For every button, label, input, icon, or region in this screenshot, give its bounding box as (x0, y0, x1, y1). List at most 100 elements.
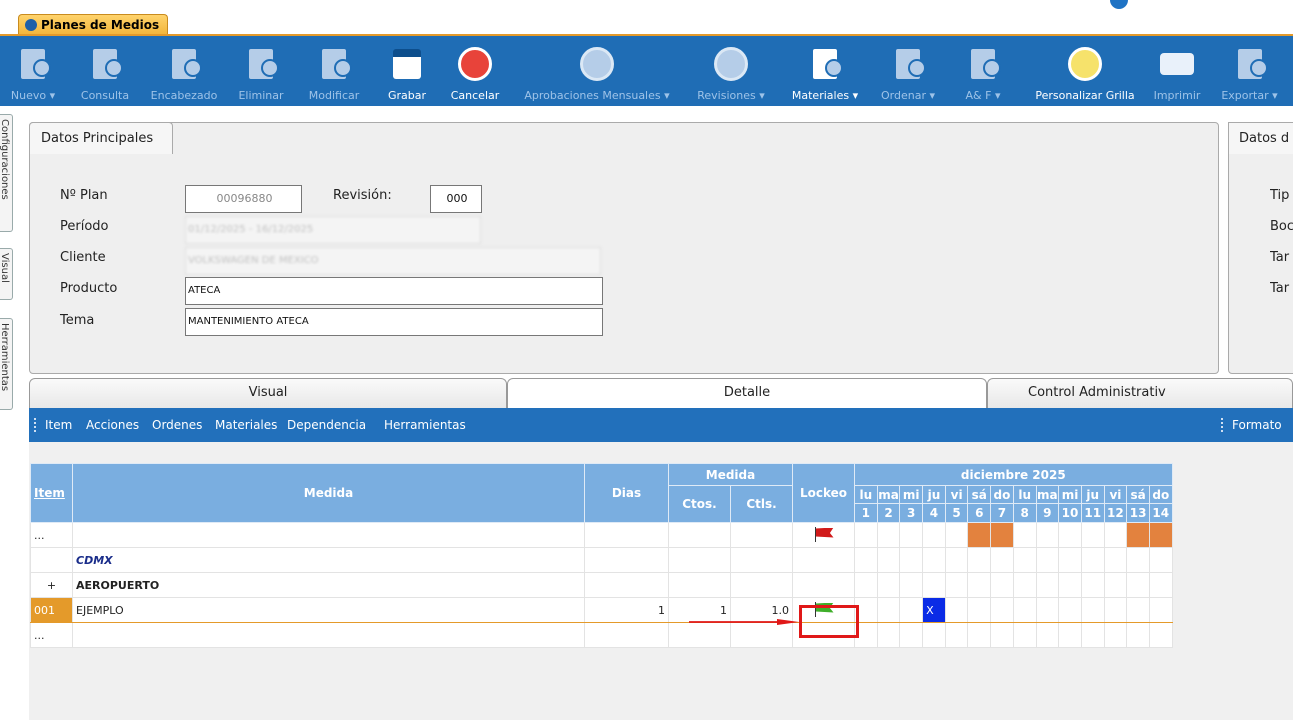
day-cell[interactable] (1058, 522, 1082, 548)
toolbar-button-thumbs-up[interactable]: Aprobaciones Mensuales ▾ (512, 36, 682, 106)
day-cell[interactable] (1126, 547, 1150, 573)
toolbar-button-grid[interactable]: Personalizar Grilla (1022, 36, 1148, 106)
toolbar-button-save[interactable]: Grabar (374, 36, 440, 106)
day-cell[interactable] (1012, 547, 1037, 573)
day-cell[interactable] (1012, 522, 1037, 548)
day-cell[interactable] (990, 522, 1014, 548)
toolbar-button-af-doc[interactable]: A& F ▾ (944, 36, 1022, 106)
day-cell[interactable] (944, 572, 969, 598)
toolbar-button-delete-doc[interactable]: Eliminar (228, 36, 294, 106)
menu-ordenes[interactable]: Ordenes (152, 408, 202, 442)
day-cell[interactable] (967, 522, 992, 548)
table-row[interactable]: + AEROPUERTO (30, 572, 1173, 598)
day-cell[interactable] (944, 597, 969, 623)
day-cell[interactable] (899, 547, 924, 573)
toolbar-button-modify-doc[interactable]: Modificar (294, 36, 374, 106)
day-cell[interactable] (899, 522, 924, 548)
tab-planes-de-medios[interactable]: Planes de Medios (18, 14, 169, 35)
day-cell[interactable] (1126, 622, 1150, 648)
column-header-ctos[interactable]: Ctos. (668, 485, 731, 523)
day-cell[interactable] (876, 547, 901, 573)
side-tab-herramientas[interactable]: Herramientas (0, 318, 13, 410)
day-cell[interactable] (967, 597, 992, 623)
day-cell[interactable] (1080, 547, 1105, 573)
day-cell[interactable] (1103, 597, 1128, 623)
day-cell[interactable] (922, 547, 946, 573)
column-header-ctls[interactable]: Ctls. (730, 485, 793, 523)
menu-materiales[interactable]: Materiales (215, 408, 277, 442)
day-cell[interactable] (1035, 547, 1060, 573)
day-cell[interactable] (899, 597, 924, 623)
cell-lockeo[interactable] (792, 572, 855, 598)
day-cell[interactable] (1058, 597, 1082, 623)
day-cell[interactable] (944, 622, 969, 648)
toolbar-button-cancel[interactable]: Cancelar (440, 36, 510, 106)
day-cell[interactable] (944, 547, 969, 573)
menu-acciones[interactable]: Acciones (86, 408, 139, 442)
day-cell[interactable] (876, 622, 901, 648)
menu-herramientas[interactable]: Herramientas (384, 408, 466, 442)
day-cell[interactable] (899, 622, 924, 648)
day-cell[interactable] (1126, 597, 1150, 623)
day-cell[interactable] (1058, 572, 1082, 598)
day-cell[interactable] (1103, 572, 1128, 598)
tab-datos-secondary[interactable]: Datos d (1228, 122, 1293, 154)
column-header-item[interactable]: Item (30, 463, 73, 523)
red-flag-icon[interactable] (813, 526, 835, 542)
day-cell[interactable] (967, 547, 992, 573)
revision-field[interactable]: 000 (430, 185, 482, 213)
table-row[interactable]: 001 EJEMPLO 1 1 1.0 X (30, 597, 1173, 623)
day-cell[interactable] (1080, 622, 1105, 648)
day-cell[interactable] (854, 547, 878, 573)
day-cell[interactable] (922, 622, 946, 648)
day-cell[interactable] (854, 522, 878, 548)
day-cell[interactable] (876, 572, 901, 598)
side-tab-configuraciones[interactable]: Configuraciones (0, 114, 13, 232)
day-cell[interactable] (1035, 522, 1060, 548)
day-cell[interactable] (990, 597, 1014, 623)
day-cell[interactable] (1080, 597, 1105, 623)
day-cell[interactable] (1103, 622, 1128, 648)
menu-formato[interactable]: Formato (1232, 408, 1282, 442)
side-tab-visual[interactable]: Visual (0, 248, 13, 300)
menu-item[interactable]: Item (45, 408, 72, 442)
table-row[interactable]: ... (30, 622, 1173, 648)
day-cell[interactable] (967, 622, 992, 648)
day-cell[interactable] (1080, 572, 1105, 598)
day-cell[interactable] (1035, 572, 1060, 598)
day-cell[interactable] (854, 572, 878, 598)
day-cell[interactable] (1148, 597, 1173, 623)
day-cell[interactable] (1148, 522, 1173, 548)
day-cell[interactable] (1148, 547, 1173, 573)
day-cell[interactable] (1058, 622, 1082, 648)
day-cell[interactable] (944, 522, 969, 548)
day-cell[interactable] (876, 597, 901, 623)
cell-lockeo[interactable] (792, 522, 855, 548)
day-cell[interactable] (1035, 622, 1060, 648)
day-cell[interactable] (1103, 522, 1128, 548)
day-cell[interactable] (1012, 572, 1037, 598)
day-cell[interactable] (990, 572, 1014, 598)
cell-lockeo[interactable] (792, 547, 855, 573)
periodo-field[interactable]: 01/12/2025 - 16/12/2025 (185, 216, 481, 244)
producto-field[interactable]: ATECA (185, 277, 603, 305)
toolbar-button-printer[interactable]: Imprimir (1148, 36, 1206, 106)
menu-dependencia[interactable]: Dependencia (287, 408, 366, 442)
day-cell[interactable] (922, 522, 946, 548)
day-cell[interactable] (990, 547, 1014, 573)
tema-field[interactable]: MANTENIMIENTO ATECA (185, 308, 603, 336)
toolbar-button-materials[interactable]: Materiales ▾ (780, 36, 870, 106)
day-cell[interactable] (967, 572, 992, 598)
day-cell[interactable] (990, 622, 1014, 648)
toolbar-button-order-doc[interactable]: Ordenar ▾ (872, 36, 944, 106)
tab-visual[interactable]: Visual (29, 378, 507, 408)
day-cell[interactable]: X (922, 597, 946, 623)
day-cell[interactable] (876, 522, 901, 548)
plan-number-field[interactable]: 00096880 (185, 185, 302, 213)
cliente-field[interactable]: VOLKSWAGEN DE MEXICO (185, 247, 601, 275)
day-cell[interactable] (1148, 622, 1173, 648)
day-cell[interactable] (1012, 597, 1037, 623)
day-cell[interactable] (922, 572, 946, 598)
toolbar-button-export[interactable]: Exportar ▾ (1206, 36, 1293, 106)
day-cell[interactable] (1035, 597, 1060, 623)
